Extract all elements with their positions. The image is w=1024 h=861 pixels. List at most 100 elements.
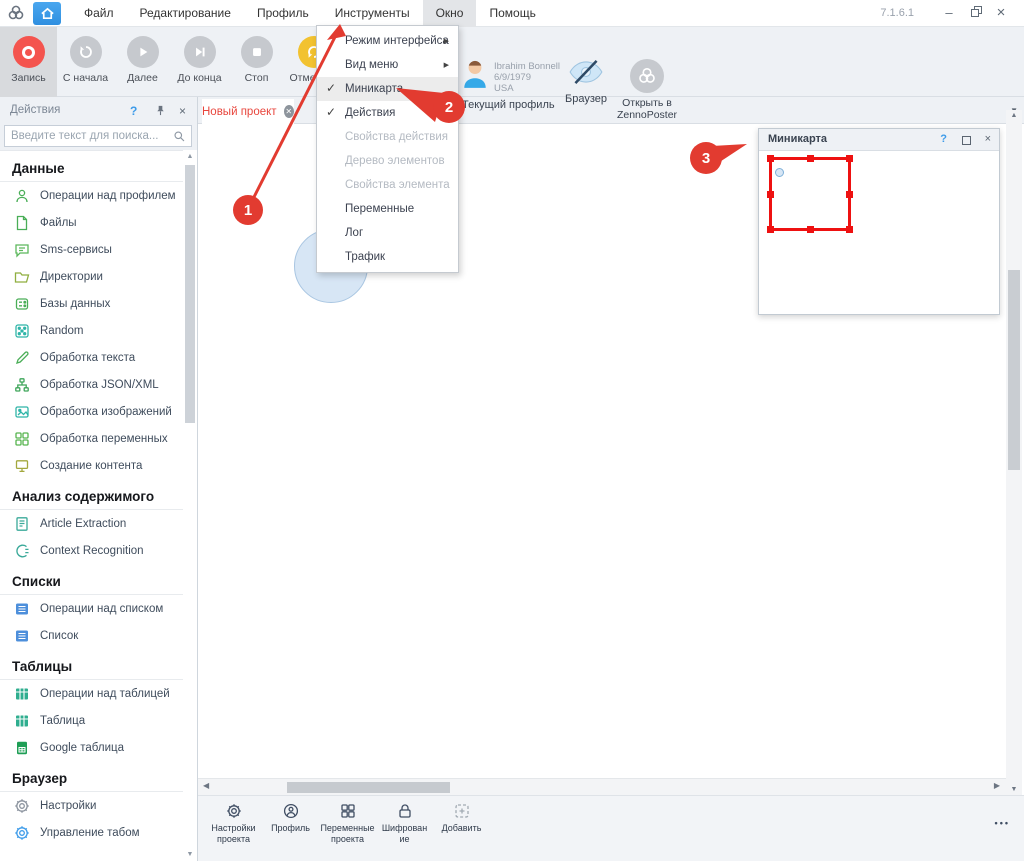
scroll-left-icon[interactable]: ◀	[203, 781, 209, 790]
project-bar-button[interactable]: Добавить	[433, 796, 490, 844]
action-item[interactable]: Обработка изображений	[0, 398, 183, 425]
project-bar-button[interactable]: Настройки проекта	[205, 796, 262, 844]
current-profile-button[interactable]: Ibrahim Bonnell 6/9/1979 USA Текущий про…	[462, 59, 572, 111]
canvas-horizontal-scrollbar[interactable]: ◀ ▶	[198, 778, 1006, 795]
action-item[interactable]: Таблица	[0, 707, 183, 734]
action-item[interactable]: Управление табом	[0, 819, 183, 846]
add-icon	[454, 803, 470, 819]
minimize-button[interactable]: –	[936, 0, 962, 26]
scroll-up-icon[interactable]: ▲	[1006, 112, 1022, 119]
action-item[interactable]: Директории	[0, 263, 183, 290]
menu-item-label: Режим интерфейса	[345, 35, 449, 47]
project-bar-button-label: Профиль	[271, 823, 310, 834]
scroll-up-icon[interactable]: ▲	[184, 153, 196, 160]
gear-icon	[14, 825, 30, 841]
action-item-label: Обработка переменных	[40, 433, 168, 445]
pin-icon[interactable]	[155, 105, 166, 116]
action-item[interactable]: Настройки	[0, 792, 183, 819]
menu-item-plain[interactable]: Переменные	[317, 197, 458, 221]
toolbar-button-label: Запись	[11, 72, 45, 84]
menu-item-checked[interactable]: ✓Действия	[317, 101, 458, 125]
scroll-right-icon[interactable]: ▶	[994, 781, 1000, 790]
action-item-label: Random	[40, 325, 83, 337]
action-item[interactable]: Операции над таблицей	[0, 680, 183, 707]
scrollbar-thumb[interactable]	[1008, 270, 1020, 470]
action-item[interactable]: Базы данных	[0, 290, 183, 317]
action-item-label: Таблица	[40, 715, 85, 727]
action-item[interactable]: Article Extraction	[0, 510, 183, 537]
action-item[interactable]: Context Recognition	[0, 537, 183, 564]
browser-button[interactable]: Браузер	[560, 59, 612, 105]
menu-item-plain[interactable]: Дерево элементов	[317, 149, 458, 173]
sheets-icon	[14, 740, 30, 756]
project-bar-button-label: Шифрование	[381, 823, 429, 844]
scrollbar-thumb[interactable]	[287, 782, 450, 793]
minimap-header[interactable]: Миникарта ? ×	[759, 129, 999, 151]
action-item[interactable]: Обработка JSON/XML	[0, 371, 183, 398]
action-item[interactable]: Обработка текста	[0, 344, 183, 371]
tree-icon	[14, 377, 30, 393]
action-item-label: Article Extraction	[40, 518, 126, 530]
scroll-down-icon[interactable]: ▼	[1006, 786, 1022, 793]
minimap-body[interactable]	[759, 151, 999, 314]
profile-name: Ibrahim Bonnell	[494, 61, 560, 72]
menu-item-plain[interactable]: Свойства действия	[317, 125, 458, 149]
menubar-item[interactable]: Помощь	[476, 0, 548, 27]
menu-item-plain[interactable]: Лог	[317, 221, 458, 245]
action-item[interactable]: Sms-сервисы	[0, 236, 183, 263]
menubar-item[interactable]: Файл	[71, 0, 127, 27]
menu-item-plain[interactable]: Режим интерфейса▶	[317, 29, 458, 53]
project-bar-button[interactable]: Шифрование	[376, 796, 433, 844]
more-options-icon[interactable]: •••	[995, 818, 1010, 828]
restore-button[interactable]	[962, 0, 988, 26]
help-icon[interactable]: ?	[940, 133, 947, 145]
menu-item-plain[interactable]: Свойства элемента	[317, 173, 458, 197]
tab-close-icon[interactable]: ✕	[284, 105, 294, 118]
close-panel-icon[interactable]: ×	[179, 104, 186, 118]
tab-new-project[interactable]: Новый проект ✕	[202, 99, 294, 124]
action-item[interactable]: Список	[0, 622, 183, 649]
menubar-item[interactable]: Инструменты	[322, 0, 423, 27]
toolbar-button[interactable]: С начала	[57, 27, 114, 97]
monitor-icon	[14, 458, 30, 474]
search-icon[interactable]	[173, 130, 186, 143]
action-item[interactable]: Операции над профилем	[0, 182, 183, 209]
section-title: Браузер	[0, 761, 183, 792]
menubar-item[interactable]: Окно	[423, 0, 477, 27]
toolbar-button[interactable]: Стоп	[228, 27, 285, 97]
toolbar-button[interactable]: Запись	[0, 27, 57, 97]
action-item[interactable]: Обработка переменных	[0, 425, 183, 452]
project-bar: Настройки проекта Профиль Переменные проек…	[198, 795, 1024, 861]
menubar-item[interactable]: Профиль	[244, 0, 322, 27]
submenu-arrow-icon: ▶	[444, 61, 449, 69]
close-button[interactable]: ×	[988, 0, 1014, 26]
menu-item-checked[interactable]: ✓Миникарта	[317, 77, 458, 101]
scroll-down-icon[interactable]: ▼	[184, 851, 196, 858]
canvas-vertical-scrollbar[interactable]: ▲ ▼	[1006, 110, 1022, 795]
open-in-zennoposter-button[interactable]: Открыть в ZennoPoster	[610, 59, 684, 121]
action-item-label: Создание контента	[40, 460, 142, 472]
toolbar-button[interactable]: Далее	[114, 27, 171, 97]
search-input[interactable]	[5, 126, 191, 146]
sidebar-scrollbar[interactable]: ▲ ▼	[184, 153, 196, 858]
project-bar-button[interactable]: Профиль	[262, 796, 319, 844]
action-item[interactable]: Создание контента	[0, 452, 183, 479]
help-icon[interactable]: ?	[130, 104, 137, 118]
scrollbar-thumb[interactable]	[185, 165, 195, 423]
action-item[interactable]: Random	[0, 317, 183, 344]
skip-end-icon	[184, 36, 216, 68]
action-item[interactable]: Файлы	[0, 209, 183, 236]
close-icon[interactable]: ×	[985, 133, 991, 145]
actions-section: Анализ содержимогоArticle ExtractionCont…	[0, 479, 183, 564]
home-button[interactable]	[33, 2, 61, 25]
menubar-item[interactable]: Редактирование	[127, 0, 244, 27]
menu-item-label: Лог	[345, 227, 363, 239]
action-item[interactable]: Операции над списком	[0, 595, 183, 622]
toolbar-button[interactable]: До конца	[171, 27, 228, 97]
menu-item-plain[interactable]: Вид меню▶	[317, 53, 458, 77]
menu-item-plain[interactable]: Трафик	[317, 245, 458, 269]
action-item-label: Базы данных	[40, 298, 110, 310]
project-bar-button[interactable]: Переменные проекта	[319, 796, 376, 844]
maximize-icon[interactable]	[962, 133, 971, 145]
action-item[interactable]: Google таблица	[0, 734, 183, 761]
